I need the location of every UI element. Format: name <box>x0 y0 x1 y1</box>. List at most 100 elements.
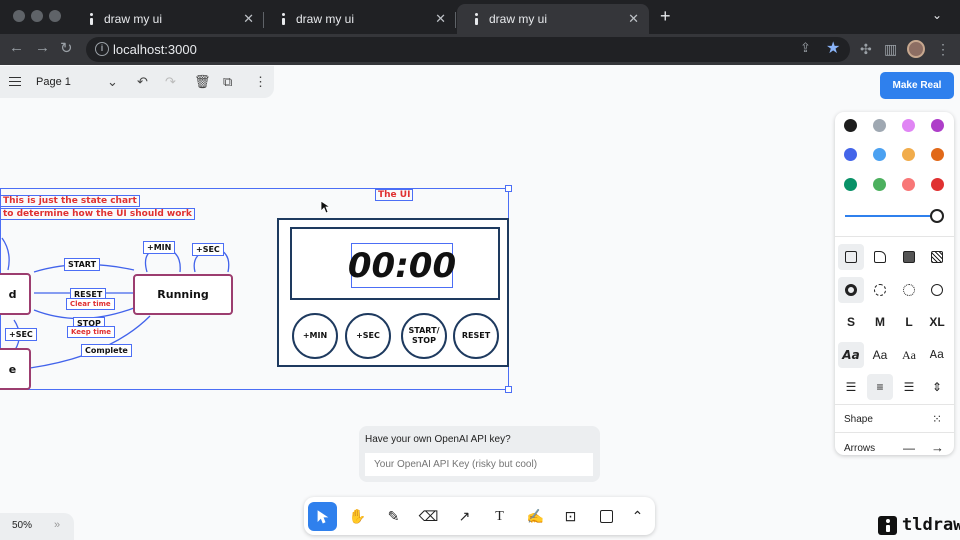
reload-icon[interactable]: ↻ <box>60 39 73 57</box>
start-chip[interactable]: START <box>64 258 101 271</box>
page-name[interactable]: Page 1 <box>36 76 71 88</box>
dash-dotted-button[interactable] <box>896 277 922 303</box>
tldraw-brand[interactable]: tldraw <box>878 515 960 535</box>
font-draw-button[interactable]: Aa <box>838 342 864 368</box>
site-info-icon[interactable]: i <box>95 42 109 56</box>
dots-grid-icon[interactable]: ⁙ <box>932 412 942 426</box>
color-swatch[interactable] <box>844 178 857 191</box>
redo-icon[interactable]: ↷ <box>165 74 176 90</box>
bookmark-star-icon[interactable]: ★ <box>826 38 840 58</box>
tab-close-icon[interactable]: ✕ <box>628 11 639 27</box>
trash-icon[interactable]: 🗑 <box>194 74 211 90</box>
profile-avatar[interactable] <box>907 40 925 58</box>
browser-tab-3[interactable]: draw my ui ✕ <box>457 4 649 34</box>
color-swatch[interactable] <box>931 148 944 161</box>
size-l-button[interactable]: L <box>896 309 922 335</box>
dash-solid-button[interactable] <box>924 277 950 303</box>
timer-plus-sec-button[interactable]: +SEC <box>345 313 391 359</box>
duplicate-icon[interactable]: ⧉ <box>223 74 232 90</box>
color-swatch[interactable] <box>902 119 915 132</box>
color-swatch[interactable] <box>873 178 886 191</box>
state-running[interactable]: Running <box>133 274 233 315</box>
align-center-icon[interactable]: ≡ <box>867 374 893 400</box>
eraser-tool-icon[interactable]: ⌫ <box>414 502 443 531</box>
state-left[interactable]: d <box>0 273 31 315</box>
resize-handle[interactable] <box>505 185 512 192</box>
dash-dashed-button[interactable] <box>867 277 893 303</box>
api-key-input[interactable] <box>365 453 593 476</box>
plus-min-chip[interactable]: +MIN <box>143 241 176 254</box>
zoom-level[interactable]: 50% <box>12 520 32 531</box>
share-icon[interactable]: ⇪ <box>800 40 811 56</box>
new-tab-icon[interactable]: + <box>660 6 671 27</box>
color-swatch[interactable] <box>931 119 944 132</box>
opacity-slider-knob[interactable] <box>930 209 944 223</box>
color-swatch[interactable] <box>902 148 915 161</box>
color-swatch[interactable] <box>844 148 857 161</box>
keep-time-chip[interactable]: Keep time <box>67 326 116 338</box>
image-tool-icon[interactable]: ⊡ <box>556 502 585 531</box>
tab-close-icon[interactable]: ✕ <box>435 11 446 27</box>
text-tool-icon[interactable]: T <box>485 502 514 531</box>
browser-tab-1[interactable]: draw my ui ✕ <box>72 4 264 34</box>
color-swatch[interactable] <box>873 148 886 161</box>
chevron-up-icon[interactable]: ⌃ <box>623 502 652 531</box>
fill-semi-button[interactable] <box>867 244 893 270</box>
fill-solid-button[interactable] <box>896 244 922 270</box>
ui-label[interactable]: The UI <box>375 189 414 201</box>
fill-pattern-button[interactable] <box>924 244 950 270</box>
more-options-icon[interactable]: ⋮ <box>254 74 267 90</box>
align-left-icon[interactable]: ☰ <box>838 374 864 400</box>
timer-start-stop-button[interactable]: START/ STOP <box>401 313 447 359</box>
line-icon[interactable]: — <box>903 441 915 455</box>
minimize-window-button[interactable] <box>31 10 43 22</box>
timer-reset-button[interactable]: RESET <box>453 313 499 359</box>
hand-tool-icon[interactable]: ✋ <box>343 502 372 531</box>
color-swatch[interactable] <box>931 178 944 191</box>
font-serif-button[interactable]: Aa <box>896 342 922 368</box>
hamburger-menu-icon[interactable] <box>9 77 21 86</box>
align-vertical-icon[interactable]: ⇕ <box>924 374 950 400</box>
arrow-right-icon[interactable]: → <box>931 440 944 455</box>
clear-time-chip[interactable]: Clear time <box>66 298 115 310</box>
address-bar[interactable]: i localhost:3000 ⇪ ★ <box>86 37 850 62</box>
back-icon[interactable]: ← <box>9 39 24 56</box>
size-m-button[interactable]: M <box>867 309 893 335</box>
make-real-button[interactable]: Make Real <box>880 72 954 99</box>
timer-plus-min-button[interactable]: +MIN <box>292 313 338 359</box>
chevron-down-icon[interactable]: ⌄ <box>107 74 118 90</box>
fill-none-button[interactable] <box>838 244 864 270</box>
size-s-button[interactable]: S <box>838 309 864 335</box>
complete-chip[interactable]: Complete <box>81 344 132 357</box>
select-tool-icon[interactable] <box>308 502 337 531</box>
maximize-window-button[interactable] <box>49 10 61 22</box>
state-bottom[interactable]: e <box>0 348 31 390</box>
extensions-icon[interactable]: ✣ <box>860 41 872 58</box>
undo-icon[interactable]: ↶ <box>137 74 148 90</box>
opacity-slider-track[interactable] <box>845 215 937 217</box>
color-swatch[interactable] <box>902 178 915 191</box>
font-mono-button[interactable]: Aa <box>924 342 950 368</box>
forward-icon[interactable]: → <box>35 39 50 56</box>
more-options-icon[interactable]: ⋮ <box>936 41 950 58</box>
draw-tool-icon[interactable]: ✎ <box>379 502 408 531</box>
plus-sec-chip[interactable]: +SEC <box>192 243 224 256</box>
timer-time-text[interactable]: 00:00 <box>348 243 456 288</box>
color-swatch[interactable] <box>844 119 857 132</box>
size-xl-button[interactable]: XL <box>924 309 950 335</box>
expand-minimap-icon[interactable]: » <box>54 519 60 531</box>
close-window-button[interactable] <box>13 10 25 22</box>
note-tool-icon[interactable]: ✍ <box>521 502 550 531</box>
plus-sec-left-chip[interactable]: +SEC <box>5 328 37 341</box>
dash-draw-button[interactable] <box>838 277 864 303</box>
sidebar-icon[interactable]: ▥ <box>884 41 897 58</box>
font-sans-button[interactable]: Aa <box>867 342 893 368</box>
arrow-tool-icon[interactable]: ↗ <box>450 502 479 531</box>
tab-close-icon[interactable]: ✕ <box>243 11 254 27</box>
align-right-icon[interactable]: ☰ <box>896 374 922 400</box>
resize-handle[interactable] <box>505 386 512 393</box>
color-swatch[interactable] <box>873 119 886 132</box>
browser-tab-2[interactable]: draw my ui ✕ <box>264 4 456 34</box>
chevron-down-icon[interactable]: ⌄ <box>932 8 942 22</box>
rectangle-tool-icon[interactable] <box>592 502 621 531</box>
